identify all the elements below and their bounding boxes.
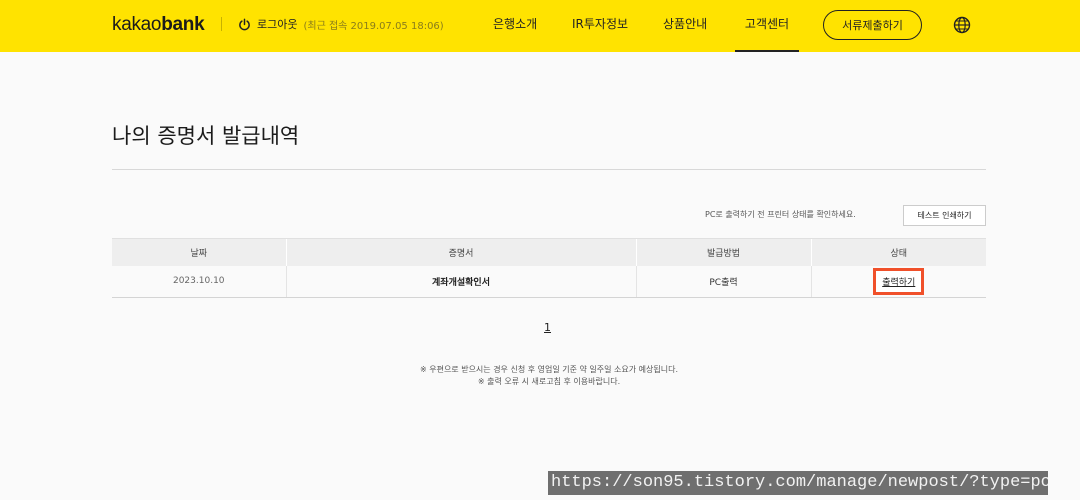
nav-bank-intro[interactable]: 은행소개: [493, 0, 537, 52]
printer-notice: PC로 출력하기 전 프린터 상태를 확인하세요.: [705, 210, 856, 219]
nav-products[interactable]: 상품안내: [663, 0, 707, 52]
page-title: 나의 증명서 발급내역: [112, 124, 300, 148]
row-date: 2023.10.10: [112, 265, 286, 298]
header-divider: [221, 17, 222, 31]
submit-documents-button[interactable]: 서류제출하기: [823, 10, 922, 40]
col-certificate: 증명서: [285, 238, 636, 266]
test-print-button[interactable]: 테스트 인쇄하기: [903, 205, 986, 226]
logout-button[interactable]: 로그아웃 (최근 접속 2019.07.05 18:06): [238, 16, 444, 32]
last-login-info: (최근 접속 2019.07.05 18:06): [303, 20, 444, 32]
row-certificate: 계좌개설확인서: [285, 265, 636, 298]
globe-icon[interactable]: [953, 16, 971, 34]
url-watermark: https://son95.tistory.com/manage/newpost…: [548, 471, 1048, 495]
nav-ir-info[interactable]: IR투자정보: [572, 0, 628, 52]
pagination-page-1[interactable]: 1: [544, 321, 551, 334]
nav-customer-center[interactable]: 고객센터: [735, 0, 799, 52]
table-row: 2023.10.10 계좌개설확인서 PC출력 출력하기: [112, 265, 986, 298]
print-button[interactable]: 출력하기: [873, 267, 925, 295]
row-status: 출력하기: [810, 265, 986, 298]
power-icon: [239, 18, 250, 30]
top-header: kakaobank 로그아웃 (최근 접속 2019.07.05 18:06) …: [0, 0, 1080, 52]
row-method: PC출력: [635, 265, 811, 298]
certificate-table: 날짜 증명서 발급방법 상태 2023.10.10 계좌개설확인서 PC출력 출…: [112, 238, 986, 298]
footnote-refresh: ※ 출력 오류 시 새로고침 후 이용바랍니다.: [477, 377, 621, 386]
col-date: 날짜: [112, 238, 286, 266]
logout-label: 로그아웃: [257, 18, 298, 31]
title-divider: [112, 169, 986, 170]
col-method: 발급방법: [635, 238, 811, 266]
kakaobank-logo[interactable]: kakaobank: [112, 14, 205, 36]
table-header-row: 날짜 증명서 발급방법 상태: [112, 238, 986, 266]
col-status: 상태: [810, 238, 986, 266]
footnote-mail: ※ 우편으로 받으시는 경우 신청 후 영업일 기준 약 일주일 소요가 예상됩…: [419, 365, 679, 374]
